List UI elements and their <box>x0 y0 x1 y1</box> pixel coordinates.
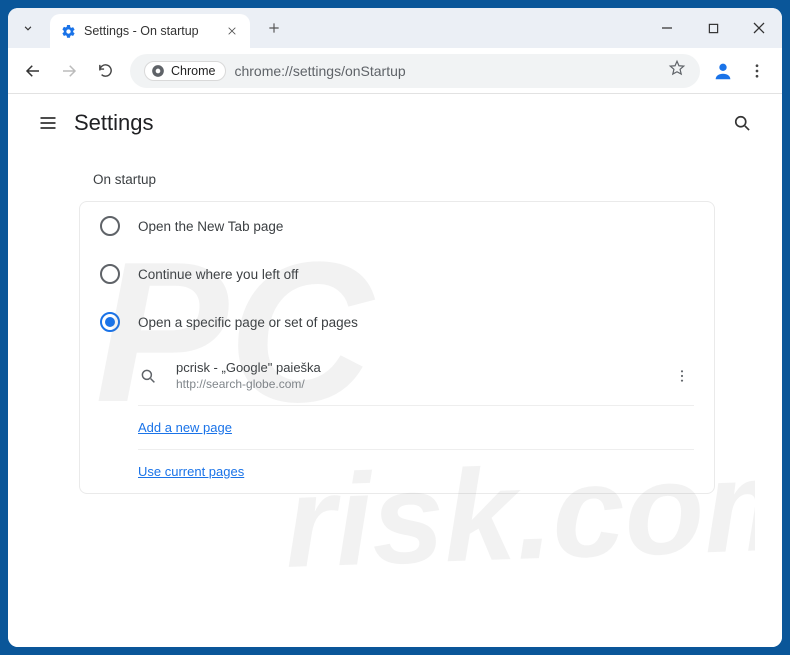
startup-page-row: pcrisk - „Google" paieška http://search-… <box>138 346 694 406</box>
tab-search-dropdown[interactable] <box>14 14 42 42</box>
close-window-button[interactable] <box>736 8 782 48</box>
chevron-down-icon <box>21 21 35 35</box>
arrow-left-icon <box>24 62 42 80</box>
startup-page-url: http://search-globe.com/ <box>176 377 652 391</box>
startup-card: Open the New Tab page Continue where you… <box>79 201 715 494</box>
profile-button[interactable] <box>708 56 738 86</box>
profile-icon <box>712 60 734 82</box>
radio-label: Continue where you left off <box>138 267 298 282</box>
reload-icon <box>97 62 114 79</box>
title-bar: Settings - On startup <box>8 8 782 48</box>
radio-icon <box>100 264 120 284</box>
settings-gear-icon <box>60 23 76 39</box>
radio-label: Open the New Tab page <box>138 219 283 234</box>
search-settings-button[interactable] <box>722 103 762 143</box>
browser-menu-button[interactable] <box>740 54 774 88</box>
new-tab-button[interactable] <box>260 14 288 42</box>
option-specific-page[interactable]: Open a specific page or set of pages <box>80 298 714 346</box>
tab-close-button[interactable] <box>224 23 240 39</box>
radio-label: Open a specific page or set of pages <box>138 315 358 330</box>
forward-button[interactable] <box>52 54 86 88</box>
use-current-pages-link[interactable]: Use current pages <box>138 450 694 493</box>
maximize-icon <box>708 23 719 34</box>
chip-label: Chrome <box>171 64 215 78</box>
site-chip[interactable]: Chrome <box>144 61 226 81</box>
radio-icon-selected <box>100 312 120 332</box>
kebab-icon <box>674 368 690 384</box>
menu-toggle-button[interactable] <box>28 103 68 143</box>
option-open-new-tab[interactable]: Open the New Tab page <box>80 202 714 250</box>
browser-tab[interactable]: Settings - On startup <box>50 14 250 48</box>
radio-icon <box>100 216 120 236</box>
search-icon <box>138 366 158 386</box>
address-bar[interactable]: Chrome chrome://settings/onStartup <box>130 54 700 88</box>
search-icon <box>732 113 752 133</box>
back-button[interactable] <box>16 54 50 88</box>
close-icon <box>227 26 237 36</box>
option-continue[interactable]: Continue where you left off <box>80 250 714 298</box>
startup-page-info: pcrisk - „Google" paieška http://search-… <box>176 360 652 391</box>
url-text: chrome://settings/onStartup <box>234 63 660 79</box>
startup-pages-block: pcrisk - „Google" paieška http://search-… <box>80 346 714 493</box>
plus-icon <box>267 21 281 35</box>
arrow-right-icon <box>60 62 78 80</box>
bookmark-button[interactable] <box>668 59 686 82</box>
row-actions-button[interactable] <box>670 364 694 388</box>
minimize-button[interactable] <box>644 8 690 48</box>
reload-button[interactable] <box>88 54 122 88</box>
page-title: Settings <box>74 110 154 136</box>
add-new-page-link[interactable]: Add a new page <box>138 406 694 450</box>
tab-title: Settings - On startup <box>84 24 224 38</box>
chrome-logo-icon <box>151 64 165 78</box>
close-icon <box>753 22 765 34</box>
star-icon <box>668 59 686 77</box>
startup-page-title: pcrisk - „Google" paieška <box>176 360 652 375</box>
window-controls <box>644 8 782 48</box>
section-label: On startup <box>79 162 715 201</box>
toolbar: Chrome chrome://settings/onStartup <box>8 48 782 94</box>
hamburger-icon <box>38 113 58 133</box>
settings-page: Settings On startup Open the New Tab pag… <box>8 94 782 647</box>
kebab-icon <box>748 62 766 80</box>
minimize-icon <box>661 22 673 34</box>
maximize-button[interactable] <box>690 8 736 48</box>
on-startup-section: On startup Open the New Tab page Continu… <box>75 152 715 494</box>
browser-window: Settings - On startup <box>8 8 782 647</box>
settings-header: Settings <box>8 94 782 152</box>
